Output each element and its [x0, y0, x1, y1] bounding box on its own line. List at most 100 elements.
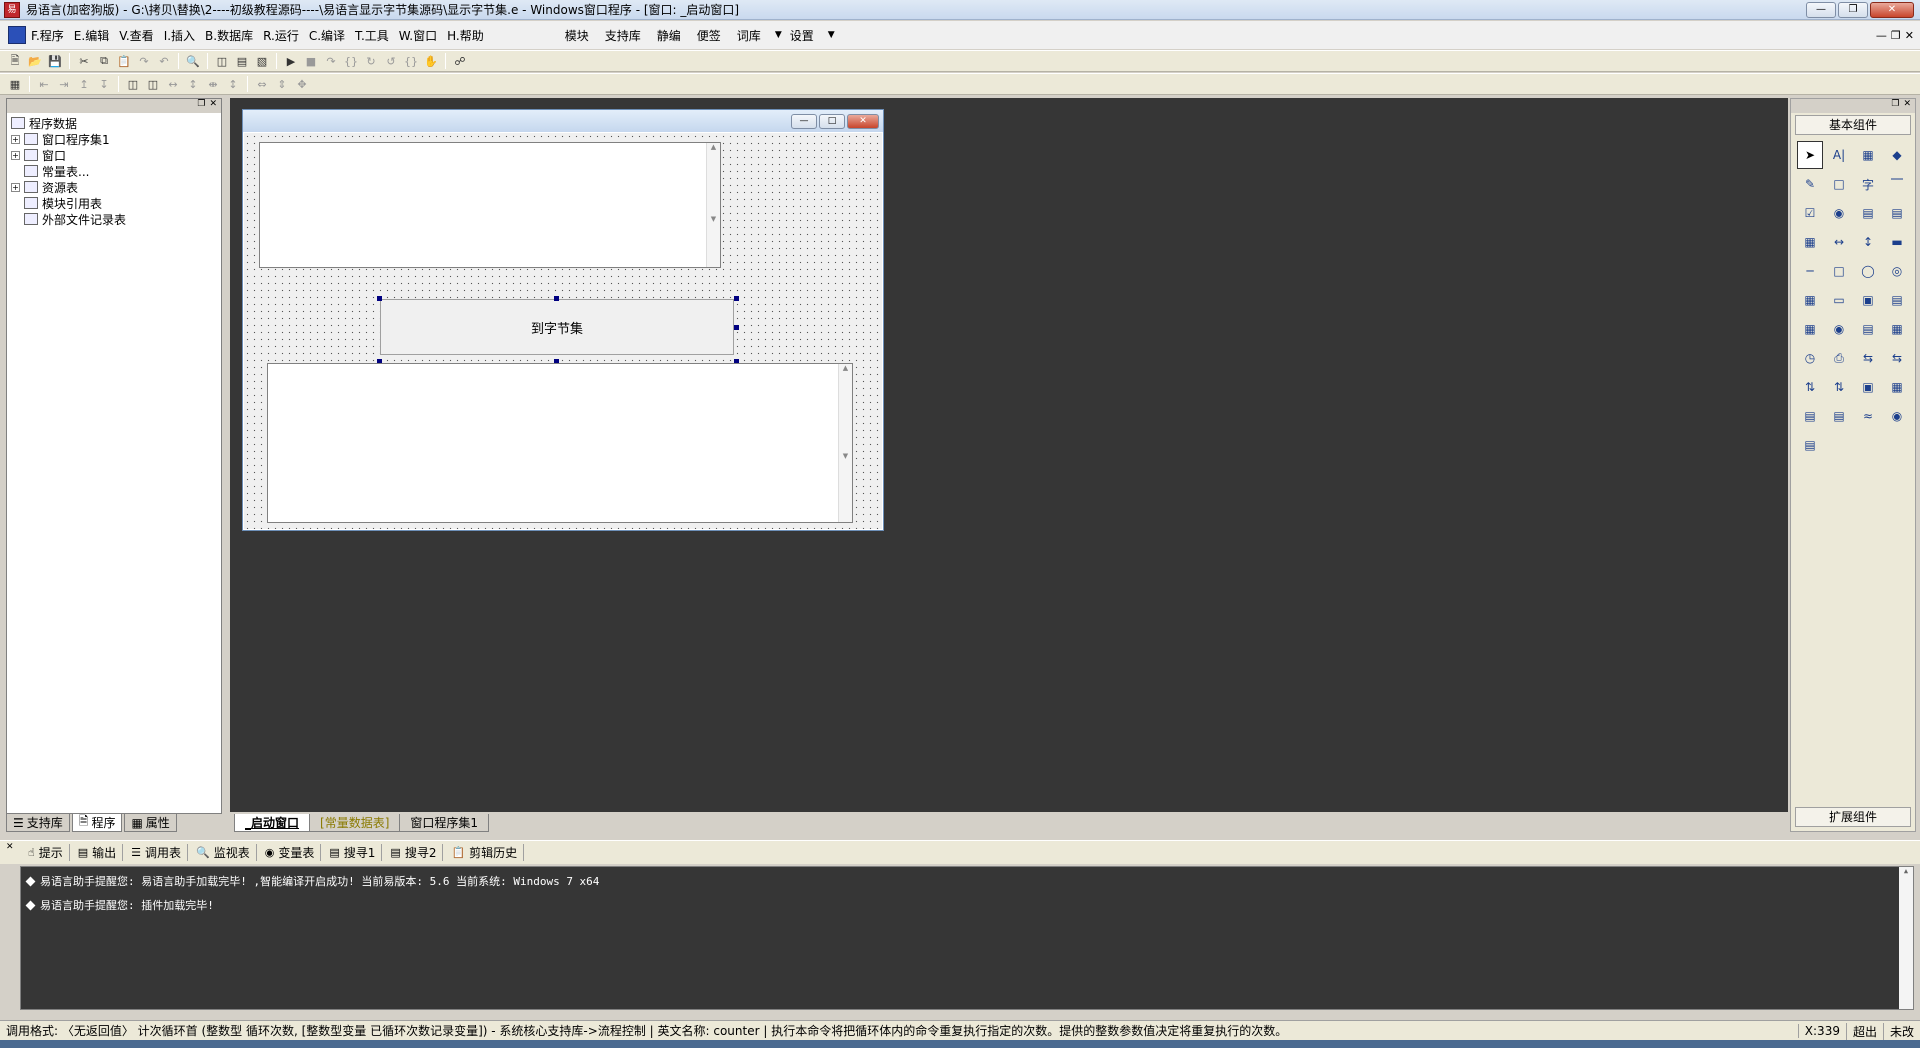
mdi-minimize-icon[interactable]: — [1876, 29, 1887, 42]
scrollbar[interactable]: ▲ ▼ [706, 143, 720, 267]
menu-tools[interactable]: T.工具 [350, 27, 394, 44]
shape-icon[interactable]: ◆ [1884, 141, 1910, 169]
undo-icon[interactable]: ↶ [155, 52, 173, 70]
tab-search2[interactable]: ▤ 搜寻2 [384, 844, 444, 861]
tab-watch[interactable]: 🔍 监视表 [190, 844, 257, 861]
selection-handle[interactable] [734, 325, 739, 330]
label-icon[interactable]: A| [1826, 141, 1852, 169]
output-scrollbar[interactable]: ▲ [1899, 867, 1913, 1009]
menu-static-compile[interactable]: 静编 [649, 27, 689, 44]
menu-help[interactable]: H.帮助 [442, 27, 489, 44]
designer-close-icon[interactable]: ✕ [847, 113, 879, 129]
toolbar-icon[interactable]: ▦ [1884, 315, 1910, 343]
step-over-icon[interactable]: ↻ [362, 52, 380, 70]
run-icon[interactable]: ▶ [282, 52, 300, 70]
tab-variables[interactable]: ◉ 变量表 [259, 844, 322, 861]
step-icon[interactable]: ↷ [322, 52, 340, 70]
panel-close-icon[interactable]: ✕ [209, 99, 217, 113]
progress-icon[interactable]: ▬ [1884, 228, 1910, 256]
status-bar-icon[interactable]: ▤ [1855, 315, 1881, 343]
mdi-close-icon[interactable]: ✕ [1905, 29, 1914, 42]
find-icon[interactable]: 🔍 [184, 52, 202, 70]
window-layout-icon[interactable]: ◫ [213, 52, 231, 70]
folder-icon[interactable]: ▣ [1855, 286, 1881, 314]
tab-search1[interactable]: ▤ 搜寻1 [323, 844, 383, 861]
panel-icon[interactable]: ▦ [1884, 373, 1910, 401]
space-vertical-icon[interactable]: ↕ [224, 75, 242, 93]
open-folder-icon[interactable]: 📂 [26, 52, 44, 70]
center-vertical-icon[interactable]: ◫ [144, 75, 162, 93]
clock-icon[interactable]: ◷ [1797, 344, 1823, 372]
chart-icon[interactable]: ≈ [1855, 402, 1881, 430]
stop-icon[interactable]: ■ [302, 52, 320, 70]
slider-icon[interactable]: ─ [1797, 257, 1823, 285]
space-horizontal-icon[interactable]: ⇼ [204, 75, 222, 93]
button-icon[interactable]: □ [1826, 170, 1852, 198]
tab-control-icon[interactable]: □ [1826, 257, 1852, 285]
step-into-icon[interactable]: {} [342, 52, 360, 70]
tab-program[interactable]: 🗎 程序 [71, 814, 123, 832]
menu-run[interactable]: R.运行 [258, 27, 304, 44]
checkbox-icon[interactable]: ☑ [1797, 199, 1823, 227]
panel-restore-icon[interactable]: ❐ [197, 99, 205, 113]
program-icon[interactable] [8, 26, 26, 44]
tree-item-resources[interactable]: + 资源表 [11, 179, 126, 195]
to-bytes-button[interactable]: 到字节集 [380, 299, 734, 355]
align-bottom-icon[interactable]: ↧ [95, 75, 113, 93]
menu-compile[interactable]: C.编译 [304, 27, 350, 44]
globe-icon[interactable]: ◉ [1826, 315, 1852, 343]
size-width-icon[interactable]: ⇔ [253, 75, 271, 93]
vscroll-icon[interactable]: ↕ [1855, 228, 1881, 256]
same-width-icon[interactable]: ↔ [164, 75, 182, 93]
expand-icon[interactable]: + [11, 150, 20, 160]
same-height-icon[interactable]: ↕ [184, 75, 202, 93]
mdi-restore-icon[interactable]: ❐ [1891, 29, 1901, 42]
palette-close-icon[interactable]: ✕ [1903, 99, 1911, 113]
window-layout2-icon[interactable]: ▤ [233, 52, 251, 70]
output-close-icon[interactable]: ✕ [6, 842, 14, 852]
extended-components-button[interactable]: 扩展组件 [1795, 807, 1911, 827]
tab-output[interactable]: ▤ 输出 [72, 844, 124, 861]
tab-constant-table[interactable]: [常量数据表] [309, 814, 401, 832]
tab-properties[interactable]: ▦ 属性 [124, 814, 177, 832]
run-to-cursor-icon[interactable]: {} [402, 52, 420, 70]
network-icon[interactable]: ⇆ [1855, 344, 1881, 372]
tree-item-external-files[interactable]: 外部文件记录表 [11, 211, 126, 227]
tab-startup-window[interactable]: _启动窗口 [234, 814, 311, 832]
network2-icon[interactable]: ⇆ [1884, 344, 1910, 372]
menu-window[interactable]: W.窗口 [394, 27, 442, 44]
grid-icon[interactable]: ▦ [6, 75, 24, 93]
filelist-icon[interactable]: ▤ [1884, 286, 1910, 314]
expand-icon[interactable]: + [11, 134, 20, 144]
text-char-icon[interactable]: 字 [1855, 170, 1881, 198]
chevron-down-icon[interactable]: ▼ [775, 30, 782, 40]
menu-settings[interactable]: 设置 [782, 27, 822, 44]
hscroll-icon[interactable]: ↔ [1826, 228, 1852, 256]
output-panel[interactable]: 易语言助手提醒您: 易语言助手加载完毕! ,智能编译开启成功! 当前易版本: 5… [20, 866, 1914, 1010]
tree-item-window-program-set[interactable]: + 窗口程序集1 [11, 131, 126, 147]
edit-icon[interactable]: ✎ [1797, 170, 1823, 198]
palette-title[interactable]: 基本组件 [1795, 115, 1911, 135]
timer-icon[interactable]: ◯ [1855, 257, 1881, 285]
restore-button[interactable]: ❐ [1838, 2, 1868, 18]
align-top-icon[interactable]: ↥ [75, 75, 93, 93]
menu-program[interactable]: F.程序 [26, 27, 69, 44]
tab-hint[interactable]: ☝ 提示 [22, 844, 70, 861]
center-horizontal-icon[interactable]: ◫ [124, 75, 142, 93]
menu-edit[interactable]: E.编辑 [69, 27, 114, 44]
paste-icon[interactable]: 📋 [115, 52, 133, 70]
menu-lexicon[interactable]: 词库 [729, 27, 769, 44]
scrollbar[interactable]: ▲ ▼ [838, 364, 852, 522]
picture-icon[interactable]: ▦ [1855, 141, 1881, 169]
expand-icon[interactable]: + [11, 182, 20, 192]
color-picker-icon[interactable]: ▦ [1797, 315, 1823, 343]
selection-handle[interactable] [734, 296, 739, 301]
frame-icon[interactable]: ▣ [1855, 373, 1881, 401]
hand-icon[interactable]: ✋ [422, 52, 440, 70]
menu-notes[interactable]: 便签 [689, 27, 729, 44]
edit-box-bottom[interactable]: ▲ ▼ [267, 363, 853, 523]
menu-support-lib[interactable]: 支持库 [597, 27, 649, 44]
tree-item-window[interactable]: + 窗口 [11, 147, 126, 163]
tree-item-constants[interactable]: 常量表... [11, 163, 126, 179]
pointer-icon[interactable]: ➤ [1797, 141, 1823, 169]
